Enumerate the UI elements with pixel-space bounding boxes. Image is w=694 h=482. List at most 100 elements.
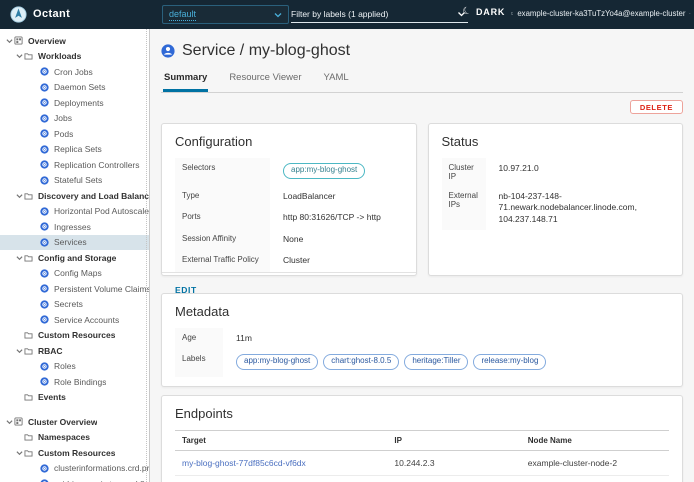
sidebar-item-ingresses[interactable]: Ingresses (0, 219, 149, 235)
sidebar-item-config-maps[interactable]: Config Maps (0, 266, 149, 282)
sidebar-item-stateful-sets[interactable]: Stateful Sets (0, 173, 149, 189)
sidebar-item-label: Events (38, 392, 66, 402)
cluster-icon (511, 9, 513, 18)
tab-bar: Summary Resource Viewer YAML (161, 69, 683, 93)
sidebar-item-label: Horizontal Pod Autoscalers (54, 206, 149, 216)
selector-chip[interactable]: app:my-blog-ghost (283, 163, 365, 179)
sidebar-item-label: Secrets (54, 299, 83, 309)
label-filter-input[interactable]: Filter by labels (1 applied) (291, 6, 468, 23)
sidebar-item-config-and-storage[interactable]: Config and Storage (0, 250, 149, 266)
field-value: LoadBalancer (270, 186, 403, 207)
service-icon (161, 44, 175, 58)
app-title: Octant (33, 8, 70, 20)
theme-toggle[interactable]: ☾ DARK (463, 7, 505, 17)
sidebar-item-namespaces[interactable]: Namespaces (0, 430, 149, 446)
metadata-title: Metadata (175, 304, 669, 319)
chevron-down-icon[interactable] (14, 53, 24, 59)
sidebar-item-label: Replica Sets (54, 144, 102, 154)
sidebar-item-label: Workloads (38, 51, 81, 61)
field-value: app:my-blog-ghost (270, 158, 403, 186)
sidebar-item-pods[interactable]: Pods (0, 126, 149, 142)
cell-ip: 10.244.2.3 (387, 451, 520, 476)
chevron-down-icon[interactable] (4, 38, 14, 44)
resource-icon (40, 222, 49, 231)
sidebar-item-discovery-and-load-balancing[interactable]: Discovery and Load Balancing (0, 188, 149, 204)
folder-icon (24, 347, 33, 355)
field-label: External Traffic Policy (175, 250, 270, 271)
tab-resource-viewer[interactable]: Resource Viewer (228, 69, 302, 92)
sidebar-item-jobs[interactable]: Jobs (0, 111, 149, 127)
sidebar-item-events[interactable]: Events (0, 390, 149, 406)
sidebar-item-replication-controllers[interactable]: Replication Controllers (0, 157, 149, 173)
chevron-down-icon[interactable] (14, 348, 24, 354)
sidebar-item-label: Daemon Sets (54, 82, 106, 92)
tab-summary[interactable]: Summary (163, 69, 208, 92)
field-value: app:my-blog-ghost chart:ghost-8.0.5 herita… (223, 349, 669, 377)
label-chip[interactable]: chart:ghost-8.0.5 (323, 354, 399, 370)
field-row-external-traffic-policy: External Traffic PolicyCluster (175, 250, 403, 271)
sidebar-item-service-accounts[interactable]: Service Accounts (0, 312, 149, 328)
sidebar-item-cluster-overview[interactable]: Cluster Overview (0, 414, 149, 430)
endpoint-target-link[interactable]: my-blog-ghost-77df85c6cd-vf6dx (182, 458, 306, 468)
field-label: Selectors (175, 158, 270, 186)
octant-logo-icon (10, 6, 27, 23)
sidebar-item-custom-resources[interactable]: Custom Resources (0, 445, 149, 461)
app-header: Octant default Filter by labels (1 appli… (0, 0, 694, 29)
sidebar-item-label: Persistent Volume Claims (54, 284, 149, 294)
sidebar-item-roles[interactable]: Roles (0, 359, 149, 375)
chevron-down-icon[interactable] (14, 193, 24, 199)
resource-icon (40, 67, 49, 76)
sidebar-item-daemon-sets[interactable]: Daemon Sets (0, 80, 149, 96)
sidebar-item-services[interactable]: Services (0, 235, 149, 251)
chevron-down-icon[interactable] (14, 450, 24, 456)
namespace-dropdown[interactable]: default (162, 5, 289, 24)
delete-button[interactable]: DELETE (630, 100, 683, 114)
status-title: Status (442, 134, 670, 149)
sidebar-item-horizontal-pod-autoscalers[interactable]: Horizontal Pod Autoscalers (0, 204, 149, 220)
status-card: Status Cluster IP10.97.21.0External IPsn… (428, 123, 684, 276)
sidebar-item-csidrivers-csi-storage-k8s-io[interactable]: csidrivers.csi.storage.k8s.io (0, 476, 149, 482)
sidebar-item-label: Ingresses (54, 222, 91, 232)
sidebar-item-role-bindings[interactable]: Role Bindings (0, 374, 149, 390)
namespace-value: default (169, 9, 196, 21)
sidebar-item-label: Config Maps (54, 268, 102, 278)
resource-icon (40, 145, 49, 154)
label-chip[interactable]: heritage:Tiller (404, 354, 468, 370)
sidebar-item-label: Discovery and Load Balancing (38, 191, 149, 201)
sidebar-item-label: Overview (28, 36, 66, 46)
edit-button[interactable]: EDIT (175, 285, 197, 295)
sidebar-item-deployments[interactable]: Deployments (0, 95, 149, 111)
folder-icon (24, 433, 33, 441)
folder-icon (24, 393, 33, 401)
configuration-footer: EDIT (162, 272, 416, 298)
sidebar-item-persistent-volume-claims[interactable]: Persistent Volume Claims (0, 281, 149, 297)
configuration-rows: Selectorsapp:my-blog-ghostTypeLoadBalanc… (175, 158, 403, 272)
chevron-down-icon[interactable] (14, 255, 24, 261)
resource-icon (40, 377, 49, 386)
label-chip[interactable]: app:my-blog-ghost (236, 354, 318, 370)
sidebar-item-label: Custom Resources (38, 448, 115, 458)
folder-icon (24, 192, 33, 200)
sidebar-item-rbac[interactable]: RBAC (0, 343, 149, 359)
field-row-selectors: Selectors app:my-blog-ghost (175, 158, 403, 186)
sidebar-item-workloads[interactable]: Workloads (0, 49, 149, 65)
sidebar-item-label: clusterinformations.crd.projec (54, 463, 149, 473)
sidebar-item-cron-jobs[interactable]: Cron Jobs (0, 64, 149, 80)
sidebar-item-label: Replication Controllers (54, 160, 140, 170)
tab-yaml[interactable]: YAML (322, 69, 349, 92)
resource-icon (40, 269, 49, 278)
sidebar-item-clusterinformations-crd-projec[interactable]: clusterinformations.crd.projec (0, 461, 149, 477)
cluster-selector[interactable]: example-cluster-ka3TuTzYo4a@example-clus… (511, 9, 691, 18)
sidebar-item-secrets[interactable]: Secrets (0, 297, 149, 313)
sidebar-item-custom-resources[interactable]: Custom Resources (0, 328, 149, 344)
sidebar-item-replica-sets[interactable]: Replica Sets (0, 142, 149, 158)
sidebar-item-label: RBAC (38, 346, 63, 356)
sidebar-item-overview[interactable]: Overview (0, 33, 149, 49)
label-chip[interactable]: release:my-blog (473, 354, 546, 370)
main-content: Service / my-blog-ghost Summary Resource … (151, 29, 694, 482)
resource-icon (40, 129, 49, 138)
table-row: my-blog-ghost-77df85c6cd-vf6dx 10.244.2.3… (175, 451, 669, 476)
field-label: Ports (175, 207, 270, 228)
chevron-down-icon[interactable] (4, 419, 14, 425)
page-header: Service / my-blog-ghost (161, 42, 683, 60)
